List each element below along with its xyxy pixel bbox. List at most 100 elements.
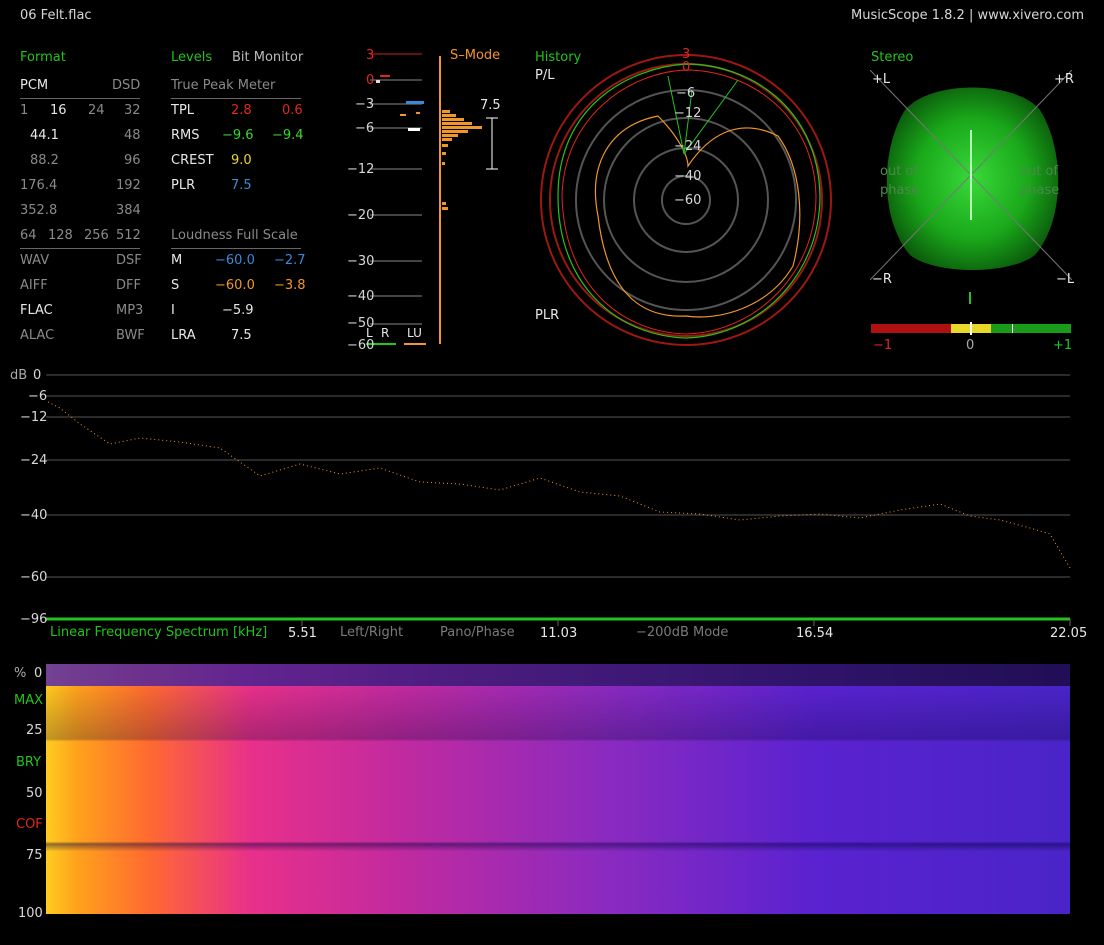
tpl-right: 0.6: [282, 103, 303, 118]
spectrogram-bry[interactable]: BRY: [16, 755, 41, 770]
stereo-corner-minus-l: −L: [1056, 272, 1075, 287]
levels-tab[interactable]: Levels: [171, 50, 212, 65]
spectrogram-cof[interactable]: COF: [16, 817, 43, 832]
lra-value: 7.5: [231, 328, 252, 343]
bit-24: 24: [88, 103, 105, 118]
rms-bar: [406, 101, 424, 104]
type-bwf: BWF: [116, 328, 145, 343]
out-of-phase-left-2: phase: [880, 183, 920, 198]
correlation-pointer: [969, 292, 971, 304]
format-pcm[interactable]: PCM: [20, 78, 48, 93]
file-name: 06 Felt.flac: [20, 8, 92, 23]
meter-tick-m30: −30: [347, 254, 375, 269]
crest-label: CREST: [171, 153, 214, 168]
correlation-tick-minus: −1: [873, 338, 893, 353]
ring-label-m60: −60: [674, 193, 702, 208]
rate-44-1: 44.1: [30, 128, 59, 143]
rms-left: −9.6: [222, 128, 254, 143]
format-divider: [20, 98, 140, 99]
stereo-corner-plus-r: +R: [1054, 72, 1074, 87]
meter-tick-m40: −40: [347, 289, 375, 304]
format-dsd[interactable]: DSD: [112, 78, 140, 93]
format-divider-2: [20, 248, 140, 249]
type-alac: ALAC: [20, 328, 55, 343]
spectrogram-percent-label: %: [14, 666, 27, 681]
type-dff: DFF: [116, 278, 141, 293]
rate-352-8: 352.8: [20, 203, 58, 218]
rate-96: 96: [124, 153, 141, 168]
stereo-corner-plus-l: +L: [872, 72, 891, 87]
spectrum-ytick-m40: −40: [20, 508, 48, 523]
meter-tick-m12: −12: [347, 162, 375, 177]
spectrum-title[interactable]: Linear Frequency Spectrum [kHz]: [50, 625, 267, 640]
peak-marker-left: [380, 75, 390, 77]
meter-label-lu: LU: [407, 326, 422, 340]
s-right: −3.8: [274, 278, 306, 293]
rms-label: RMS: [171, 128, 200, 143]
true-peak-title: True Peak Meter: [171, 78, 276, 93]
meter-tick-3: 3: [366, 48, 375, 63]
spectrogram-max[interactable]: MAX: [14, 693, 43, 708]
stereo-corner-minus-r: −R: [872, 272, 892, 287]
type-mp3: MP3: [116, 303, 144, 318]
rate-384: 384: [116, 203, 141, 218]
plr-meter-value: 7.5: [480, 98, 501, 113]
out-of-phase-right-1: out of: [1020, 164, 1058, 179]
app-info: MusicScope 1.8.2 | www.xivero.com: [851, 8, 1084, 23]
out-of-phase-left-1: out of: [880, 164, 918, 179]
ring-label-m12: −12: [674, 106, 702, 121]
meter-tick-m60: −60: [347, 338, 375, 353]
correlation-indicator: [1012, 324, 1013, 333]
spectrogram-top-band: [46, 664, 1070, 686]
frequency-spectrum: [46, 374, 1071, 626]
spectrum-ytick-m60: −60: [20, 570, 48, 585]
out-of-phase-right-2: phase: [1020, 183, 1060, 198]
dsd-512: 512: [116, 228, 141, 243]
lra-label: LRA: [171, 328, 196, 343]
type-aiff: AIFF: [20, 278, 48, 293]
spectrum-db-label: dB: [10, 368, 28, 383]
lu-marker: [408, 128, 420, 131]
spectrum-ytick-m6: −6: [28, 389, 48, 404]
correlation-bar: [871, 322, 1071, 335]
spectrogram-ytick-0: 0: [34, 666, 43, 681]
correlation-tick-plus: +1: [1053, 338, 1073, 353]
plr-label: PLR: [171, 178, 196, 193]
correlation-tick-zero: 0: [966, 338, 975, 353]
type-dsf: DSF: [116, 253, 142, 268]
rate-176-4: 176.4: [20, 178, 58, 193]
loudness-histogram: [442, 110, 482, 210]
bit-16: 16: [50, 103, 67, 118]
meter-label-r: R: [381, 326, 390, 340]
s-left: −60.0: [215, 278, 255, 293]
dsd-128: 128: [48, 228, 73, 243]
m-label: M: [171, 253, 183, 268]
m-left: −60.0: [215, 253, 255, 268]
spectrum-xtick-22-05: 22.05: [1050, 626, 1088, 641]
level-meter: [366, 53, 498, 345]
s-label: S: [171, 278, 180, 293]
i-value: −5.9: [222, 303, 254, 318]
spectrum-ytick-0: 0: [33, 368, 42, 383]
dsd-64: 64: [20, 228, 37, 243]
meter-tick-m3: −3: [355, 97, 375, 112]
mode-200db[interactable]: −200dB Mode: [636, 625, 728, 640]
meter-mode[interactable]: S–Mode: [450, 48, 500, 63]
spectrogram-ytick-100: 100: [18, 906, 43, 921]
bit-monitor-tab[interactable]: Bit Monitor: [232, 50, 303, 65]
meter-tick-0: 0: [366, 73, 375, 88]
mode-left-right[interactable]: Left/Right: [340, 625, 403, 640]
rate-192: 192: [116, 178, 141, 193]
tpl-left: 2.8: [231, 103, 252, 118]
bit-32: 32: [124, 103, 141, 118]
loudness-title: Loudness Full Scale: [171, 228, 298, 243]
i-label: I: [171, 303, 175, 318]
rate-88-2: 88.2: [30, 153, 59, 168]
bit-1: 1: [20, 103, 29, 118]
type-flac: FLAC: [20, 303, 53, 318]
spectrum-ytick-m24: −24: [20, 453, 48, 468]
mode-pano-phase[interactable]: Pano/Phase: [440, 625, 515, 640]
spectrogram-ytick-50: 50: [26, 786, 43, 801]
stereo-title: Stereo: [871, 50, 914, 65]
spectrogram: [46, 664, 1070, 914]
